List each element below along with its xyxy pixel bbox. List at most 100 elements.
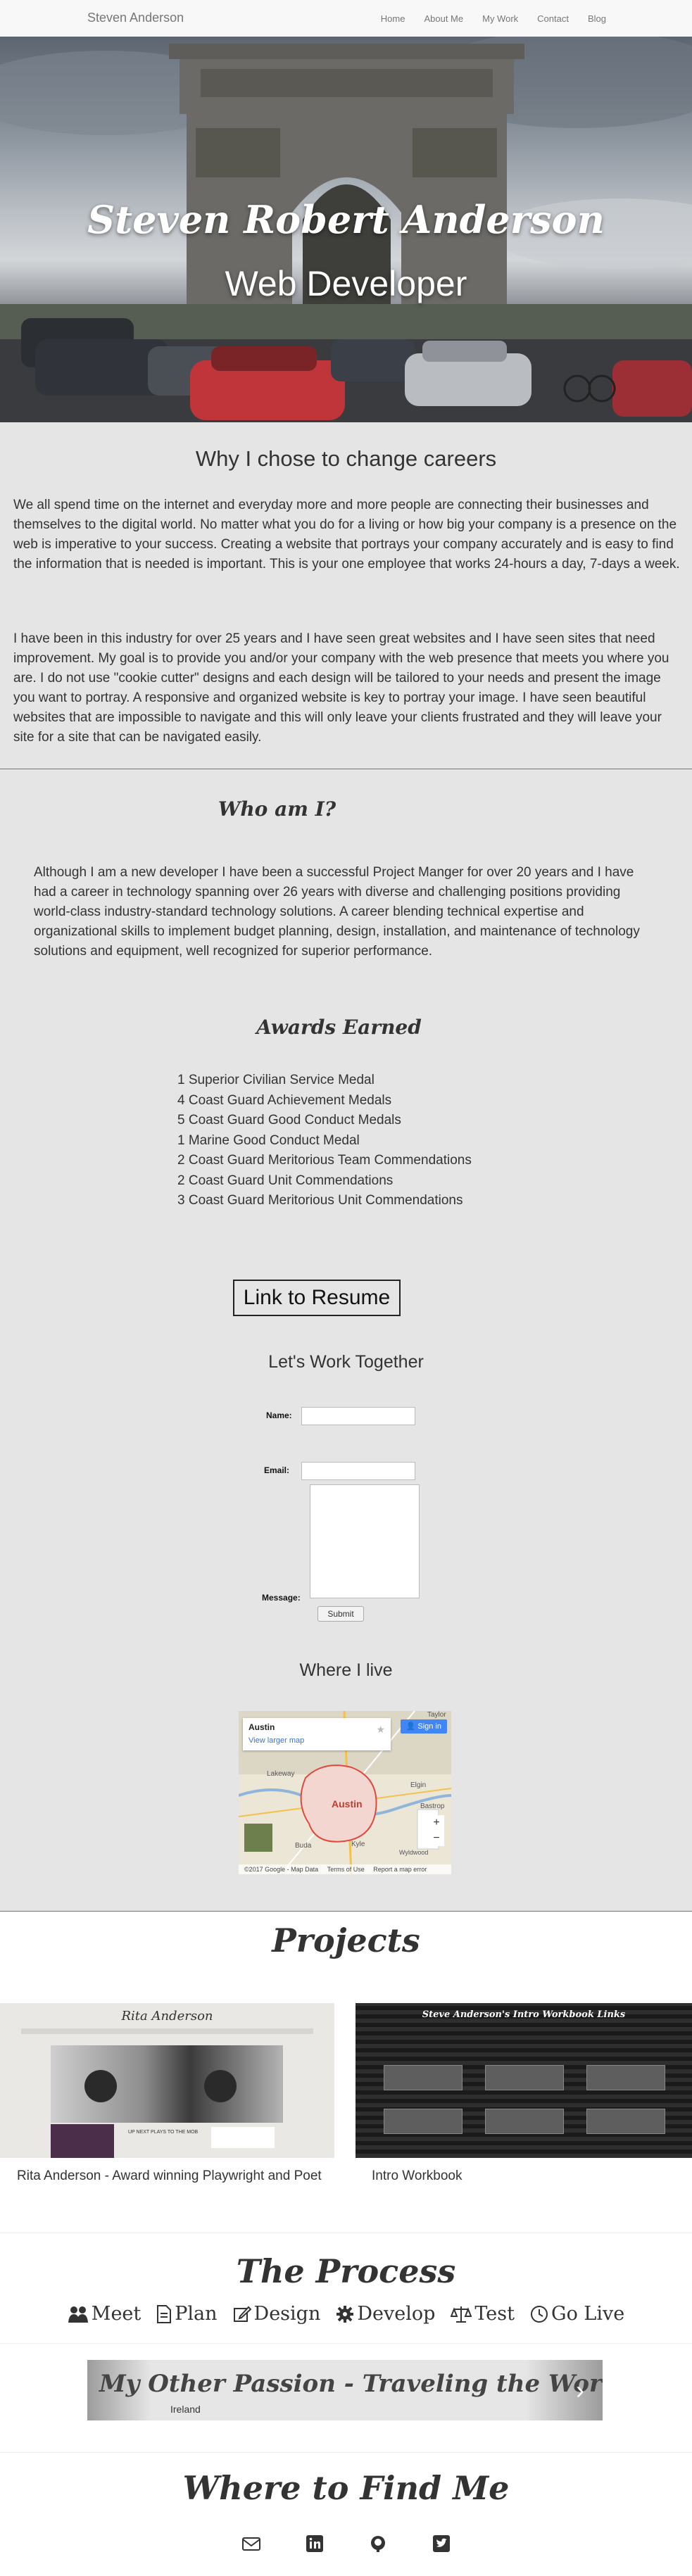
zoom-in-button[interactable]: + <box>429 1815 444 1831</box>
map-info-card: Austin View larger map ★ <box>243 1718 391 1750</box>
project-caption-workbook[interactable]: Intro Workbook <box>372 2166 681 2186</box>
thumb-title: Steve Anderson's Intro Workbook Links <box>422 2009 626 2020</box>
thumb-title: Rita Anderson <box>121 2009 213 2023</box>
hero-banner: Steven Robert Anderson Web Developer <box>0 37 692 422</box>
map-city-label: Austin <box>332 1798 363 1810</box>
submit-button[interactable]: Submit <box>317 1606 364 1622</box>
about-section: Who am I? Although I am a new developer … <box>0 769 692 1912</box>
award-item: 1 Marine Good Conduct Medal <box>177 1132 360 1148</box>
linkedin-icon[interactable] <box>305 2534 325 2553</box>
map-sign-in-button[interactable]: 👤 Sign in <box>400 1719 447 1734</box>
person-icon: 👤 <box>405 1722 418 1731</box>
divider <box>0 2452 692 2453</box>
process-step-plan: Plan <box>156 2303 218 2325</box>
process-step-label: Meet <box>91 2303 141 2325</box>
process-step-develop: Develop <box>336 2303 435 2325</box>
map-place-label: Lakeway <box>267 1770 295 1778</box>
location-heading: Where I live <box>299 1660 393 1680</box>
award-item: 2 Coast Guard Unit Commendations <box>177 1173 394 1188</box>
name-label: Name: <box>266 1410 292 1420</box>
process-step-meet: Meet <box>68 2303 141 2325</box>
contact-heading: Let's Work Together <box>268 1352 424 1372</box>
thumb-eye <box>204 2070 237 2102</box>
nav-links: Home About Me My Work Contact Blog <box>381 13 606 24</box>
process-step-label: Develop <box>357 2303 436 2325</box>
who-heading: Who am I? <box>218 797 336 821</box>
project-caption-rita[interactable]: Rita Anderson - Award winning Playwright… <box>17 2166 327 2186</box>
resume-link-button[interactable]: Link to Resume <box>233 1280 401 1316</box>
thumb-card <box>211 2127 275 2148</box>
zoom-out-button[interactable]: − <box>429 1831 444 1846</box>
carousel-caption: Ireland <box>170 2404 201 2415</box>
document-icon <box>157 2304 172 2323</box>
github-icon[interactable] <box>368 2534 388 2553</box>
thumb-tile <box>384 2065 463 2090</box>
map-place-label: Taylor <box>427 1711 446 1719</box>
clock-icon <box>531 2305 548 2323</box>
award-item: 5 Coast Guard Good Conduct Medals <box>177 1113 401 1128</box>
awards-list: 1 Superior Civilian Service Medal 4 Coas… <box>177 1071 472 1211</box>
map-copyright: ©2017 Google - Map Data <box>244 1866 319 1873</box>
projects-heading: Projects <box>272 1921 420 1959</box>
awards-heading: Awards Earned <box>256 1016 422 1039</box>
star-icon[interactable]: ★ <box>376 1724 385 1736</box>
project-thumbnail-rita[interactable]: Rita Anderson UP NEXT PLAYS TO THE MOB <box>0 2003 334 2158</box>
message-textarea[interactable] <box>310 1484 420 1598</box>
name-input[interactable] <box>301 1407 415 1425</box>
envelope-icon[interactable] <box>241 2534 261 2553</box>
process-heading: The Process <box>236 2252 456 2290</box>
award-item: 1 Superior Civilian Service Medal <box>177 1073 375 1087</box>
process-steps: Meet Plan Design Develop Test Go Live <box>0 2303 692 2325</box>
award-item: 4 Coast Guard Achievement Medals <box>177 1092 392 1108</box>
process-step-test: Test <box>451 2303 515 2325</box>
process-step-label: Test <box>474 2303 515 2325</box>
people-icon <box>68 2306 88 2323</box>
hero-title: Web Developer <box>225 264 467 303</box>
twitter-icon[interactable] <box>432 2534 451 2553</box>
email-label: Email: <box>264 1465 290 1475</box>
nav-link-about[interactable]: About Me <box>424 13 463 24</box>
hero-name: Steven Robert Anderson <box>87 197 605 242</box>
chevron-right-icon[interactable]: › <box>576 2375 584 2405</box>
carousel-title: My Other Passion - Traveling the World <box>99 2370 603 2398</box>
process-step-go-live: Go Live <box>530 2303 624 2325</box>
thumb-tile <box>384 2109 463 2134</box>
thumb-eye <box>84 2070 117 2102</box>
divider <box>0 2343 692 2344</box>
message-label: Message: <box>262 1593 301 1603</box>
thumb-link: UP NEXT PLAYS TO THE MOB <box>128 2130 199 2135</box>
map-terms-link[interactable]: Terms of Use <box>327 1866 365 1873</box>
process-step-label: Plan <box>175 2303 218 2325</box>
nav-link-blog[interactable]: Blog <box>588 13 606 24</box>
nav-link-contact[interactable]: Contact <box>537 13 569 24</box>
embedded-map[interactable]: Austin View larger map ★ 👤 Sign in Austi… <box>239 1711 451 1874</box>
edit-icon <box>233 2306 251 2322</box>
map-place-name: Austin <box>249 1722 275 1732</box>
map-sign-in-label: Sign in <box>417 1722 441 1731</box>
nav-link-my-work[interactable]: My Work <box>482 13 518 24</box>
social-links <box>0 2534 692 2553</box>
navbar-brand[interactable]: Steven Anderson <box>87 11 184 25</box>
nav-link-home[interactable]: Home <box>381 13 405 24</box>
map-place-label: Bastrop <box>420 1802 445 1810</box>
map-place-label: Buda <box>295 1842 312 1850</box>
email-input[interactable] <box>301 1462 415 1480</box>
map-report-link[interactable]: Report a map error <box>373 1866 427 1873</box>
map-place-label: Kyle <box>351 1841 365 1848</box>
travel-carousel[interactable]: My Other Passion - Traveling the World I… <box>87 2360 603 2420</box>
why-paragraph-1: We all spend time on the internet and ev… <box>13 498 680 572</box>
map-footer: ©2017 Google - Map Data Terms of Use Rep… <box>239 1864 451 1874</box>
project-thumbnail-workbook[interactable]: Steve Anderson's Intro Workbook Links <box>356 2003 692 2158</box>
why-paragraph-2: I have been in this industry for over 25… <box>13 631 669 745</box>
thumb-tile <box>586 2109 665 2134</box>
view-larger-map-link[interactable]: View larger map <box>249 1736 304 1745</box>
process-step-design: Design <box>233 2303 321 2325</box>
award-item: 2 Coast Guard Meritorious Team Commendat… <box>177 1153 472 1168</box>
find-me-heading: Where to Find Me <box>182 2469 510 2507</box>
map-zoom-controls: + − <box>429 1815 444 1846</box>
process-step-label: Design <box>253 2303 321 2325</box>
map-place-label: Elgin <box>410 1781 427 1789</box>
who-paragraph: Although I am a new developer I have bee… <box>34 865 640 959</box>
thumb-tile <box>485 2065 564 2090</box>
navbar: Steven Anderson Home About Me My Work Co… <box>0 0 692 37</box>
